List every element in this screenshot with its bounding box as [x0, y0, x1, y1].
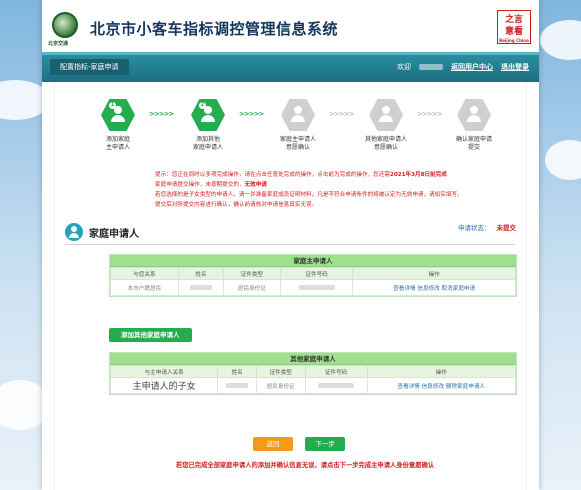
add-family-member-button[interactable]: 添加其他家庭申请人 — [109, 328, 192, 342]
cell-id-type: 居民身份证 — [255, 377, 306, 394]
section-header: 家庭申请人 — [65, 222, 139, 242]
cancel-family-application-link[interactable]: 取消家庭申请 — [442, 286, 476, 292]
username-redacted — [419, 64, 443, 70]
content-area: 1 添加家庭 主申请人 >>>>> 2 添加其他 家庭申请人 >>>>> 家庭主… — [54, 82, 527, 490]
view-details-link[interactable]: 查看详情 — [398, 384, 420, 390]
status-value: 未提交 — [496, 224, 517, 232]
notice-line-2: 家庭申请提交操作，未按期提交的，无效申请 — [155, 180, 515, 190]
step-hexagon: 1 — [101, 99, 135, 131]
notice-text: 提示：您正在同时以多项完成操作，请在点击任意处完成的操作，点击前为完成的操作，您… — [155, 170, 515, 210]
logo-text: 北京交通 — [48, 41, 69, 47]
back-button[interactable]: 返回 — [253, 437, 293, 451]
nav-bar: 配置指标-家庭申请 欢迎 返回用户中心 退出登录 — [42, 52, 539, 82]
step-hexagon — [369, 99, 403, 131]
brand-chars: 之言 — [504, 15, 523, 25]
other-applicants-table: 其他家庭申请人 与主申请人关系 姓名 证件类型 证件号码 操作 主申请人的子女 … — [109, 352, 517, 395]
step-label: 确认家庭申请 提交 — [455, 136, 492, 151]
edit-info-link[interactable]: 信息修改 — [422, 384, 444, 390]
brand-chars-2: 意看 — [504, 27, 523, 37]
background-cloud — [540, 20, 581, 60]
step-number: 1 — [109, 102, 116, 109]
step-label: 添加其他 家庭申请人 — [192, 136, 223, 151]
table-caption: 家庭主申请人 — [110, 255, 516, 267]
step-hexagon: 2 — [191, 99, 225, 131]
step-arrows: >>>>> — [149, 110, 174, 118]
brand-sub: Beijing China — [499, 38, 529, 43]
site-logo-icon — [52, 12, 78, 38]
next-step-button[interactable]: 下一步 — [305, 437, 345, 451]
delete-family-member-link[interactable]: 删除家庭申请人 — [446, 384, 485, 390]
user-icon — [65, 223, 83, 241]
step-arrows: >>>>> — [417, 110, 442, 118]
step-3: 家庭主申请人 意愿确认 — [271, 98, 325, 152]
col-actions: 操作 — [366, 365, 517, 378]
table-caption: 其他家庭申请人 — [110, 353, 516, 365]
notice-line-1a: 提示：您正在同时以多项完成操作，请在点击任意处完成的操作，点击前为完成的操作，您… — [155, 172, 390, 178]
cell-actions: 查看详情 信息修改 取消家庭申请 — [352, 279, 516, 296]
cell-id-type: 居民身份证 — [222, 279, 281, 296]
progress-steps: 1 添加家庭 主申请人 >>>>> 2 添加其他 家庭申请人 >>>>> 家庭主… — [91, 98, 511, 168]
section-title: 家庭申请人 — [89, 228, 139, 240]
col-id-type: 证件类型 — [222, 267, 281, 280]
cell-actions: 查看详情 信息修改 删除家庭申请人 — [366, 377, 517, 394]
cell-relation: 本市户籍居民 — [110, 279, 179, 296]
notice-line-4: 提交后对所提交内容进行确认，确认前请核对申请信息真实无误。 — [155, 202, 318, 208]
step-arrows: >>>>> — [329, 110, 354, 118]
table-row: 本市户籍居民 居民身份证 查看详情 信息修改 取消家庭申请 — [110, 279, 516, 296]
col-relation: 与您关系 — [110, 267, 179, 280]
col-id-number: 证件号码 — [304, 365, 368, 378]
nav-welcome: 欢迎 — [397, 63, 411, 71]
relation-text: 主申请人的子女 — [132, 382, 196, 392]
step-hexagon — [457, 99, 491, 131]
notice-line-2a: 家庭申请提交操作，未按期提交的， — [155, 182, 245, 188]
nav-links: 欢迎 返回用户中心 退出登录 — [397, 60, 529, 74]
col-actions: 操作 — [352, 267, 516, 280]
step-1: 1 添加家庭 主申请人 — [91, 98, 145, 152]
step-arrows: >>>>> — [239, 110, 264, 118]
step-5: 确认家庭申请 提交 — [447, 98, 501, 152]
col-id-type: 证件类型 — [255, 365, 306, 378]
step-label: 家庭主申请人 意愿确认 — [279, 136, 316, 151]
cell-id-number-redacted — [304, 377, 368, 394]
tab-family-application[interactable]: 配置指标-家庭申请 — [50, 59, 129, 75]
table-header-row: 与主申请人关系 姓名 证件类型 证件号码 操作 — [109, 365, 517, 378]
footnote-text: 若您已完成全部家庭申请人的添加并确认信息无误，请点击下一步完成主申请人身份意愿确… — [175, 462, 435, 469]
divider — [65, 244, 515, 245]
system-title: 北京市小客车指标调控管理信息系统 — [90, 20, 339, 38]
main-applicant-table: 家庭主申请人 与您关系 姓名 证件类型 证件号码 操作 本市户籍居民 居民身份证… — [109, 254, 517, 297]
step-number: 2 — [199, 102, 206, 109]
brand-seal-icon: 之言 意看 Beijing China — [497, 10, 531, 44]
cell-name-redacted — [217, 377, 257, 394]
table-row: 主申请人的子女 居民身份证 查看详情 信息修改 删除家庭申请人 — [109, 377, 517, 394]
main-page: 北京交通 北京市小客车指标调控管理信息系统 之言 意看 Beijing Chin… — [42, 0, 539, 490]
cell-name-redacted — [177, 279, 224, 296]
step-label: 其他家庭申请人 意愿确认 — [364, 136, 407, 151]
nav-logout-link[interactable]: 退出登录 — [501, 60, 529, 74]
step-label: 添加家庭 主申请人 — [105, 136, 130, 151]
status-label: 申请状态： — [458, 224, 491, 232]
header: 北京交通 北京市小客车指标调控管理信息系统 之言 意看 Beijing Chin… — [42, 0, 539, 52]
view-details-link[interactable]: 查看详情 — [393, 286, 415, 292]
col-name: 姓名 — [177, 267, 224, 280]
edit-info-link[interactable]: 信息修改 — [417, 286, 439, 292]
col-relation: 与主申请人关系 — [109, 365, 219, 378]
col-name: 姓名 — [217, 365, 257, 378]
notice-line-3: 若您选择的是子女类型的申请人，请一并准备家庭成员证明材料，凡是不符合申请条件的将… — [155, 192, 463, 198]
cell-relation: 主申请人的子女 — [109, 377, 219, 394]
table-header-row: 与您关系 姓名 证件类型 证件号码 操作 — [110, 267, 516, 280]
users-icon — [378, 106, 394, 122]
application-status: 申请状态： 未提交 — [458, 222, 516, 232]
notice-invalid: 无效申请 — [244, 182, 267, 188]
nav-user-center-link[interactable]: 返回用户中心 — [451, 60, 493, 74]
notice-deadline: 2021年3月8日前完成 — [389, 172, 447, 178]
cell-id-number-redacted — [279, 279, 354, 296]
step-4: 其他家庭申请人 意愿确认 — [359, 98, 413, 152]
col-id-number: 证件号码 — [279, 267, 354, 280]
step-2: 2 添加其他 家庭申请人 — [181, 98, 235, 152]
user-icon — [290, 106, 306, 122]
background-cloud — [545, 140, 581, 180]
notice-line-1: 提示：您正在同时以多项完成操作，请在点击任意处完成的操作，点击前为完成的操作，您… — [155, 170, 515, 180]
step-hexagon — [281, 99, 315, 131]
check-icon — [466, 106, 482, 122]
